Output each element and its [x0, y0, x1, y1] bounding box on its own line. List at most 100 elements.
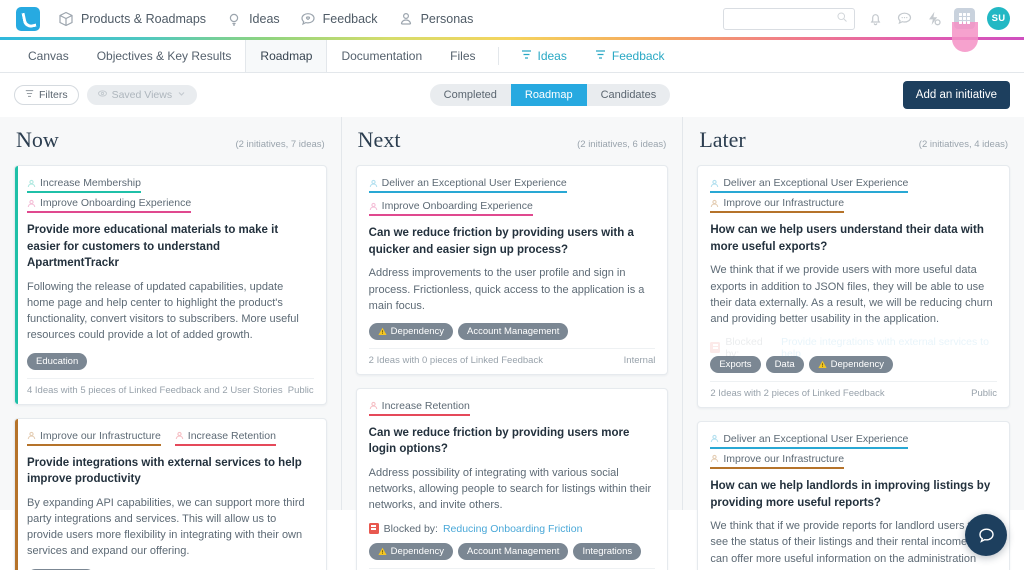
tab-objectives-key-results[interactable]: Objectives & Key Results	[83, 40, 246, 72]
segment-roadmap[interactable]: Roadmap	[510, 84, 587, 106]
objective-list: Increase Membership Improve Onboarding Ex…	[27, 177, 314, 213]
objective-label: Deliver an Exceptional User Experience	[723, 177, 909, 189]
objective-label: Deliver an Exceptional User Experience	[381, 177, 567, 189]
tab-files[interactable]: Files	[436, 40, 489, 72]
card-title: How can we help users understand their d…	[710, 224, 984, 253]
segment-candidates[interactable]: Candidates	[587, 84, 671, 106]
initiative-card[interactable]: Increase Membership Improve Onboarding Ex…	[14, 165, 327, 405]
chat-icon[interactable]	[896, 10, 913, 27]
objective-list: Deliver an Exceptional User Experience Im…	[710, 433, 997, 469]
box-icon	[58, 11, 74, 27]
segment-completed[interactable]: Completed	[430, 84, 511, 106]
objective-chip[interactable]: Improve our Infrastructure	[710, 197, 845, 213]
tag-chip[interactable]: Dependency	[368, 542, 454, 560]
tag-chip[interactable]: Education	[27, 352, 88, 370]
blocked-prefix: Blocked by:	[383, 522, 438, 535]
objective-label: Improve our Infrastructure	[723, 197, 845, 209]
objective-chip[interactable]: Improve our Infrastructure	[710, 452, 845, 469]
card-footer-stats: 2 Ideas with 2 pieces of Linked Feedback	[710, 387, 885, 399]
add-initiative-button[interactable]: Add an initiative	[902, 81, 1010, 109]
column-header: Later (2 initiatives, 4 ideas)	[697, 127, 1010, 153]
card-title: Can we reduce friction by providing user…	[368, 426, 630, 456]
tab-feedback[interactable]: Feedback	[581, 40, 679, 72]
card-title: Provide integrations with external servi…	[27, 456, 302, 486]
objective-chip[interactable]: Deliver an Exceptional User Experience	[710, 433, 909, 449]
initiative-card[interactable]: Deliver an Exceptional User Experience Im…	[697, 420, 1011, 570]
blocked-prefix: Blocked by:	[725, 335, 763, 360]
objective-icon	[369, 401, 378, 410]
objective-chip[interactable]: Deliver an Exceptional User Experience	[368, 177, 567, 193]
objective-chip[interactable]: Increase Retention	[174, 429, 276, 446]
objective-chip[interactable]: Deliver an Exceptional User Experience	[710, 177, 909, 193]
objective-icon	[369, 202, 378, 211]
objective-chip[interactable]: Increase Membership	[27, 177, 141, 193]
warning-icon	[818, 360, 827, 369]
integrations-icon[interactable]	[925, 10, 942, 27]
objective-list: Deliver an Exceptional User Experience Im…	[368, 177, 656, 216]
card-visibility: Public	[971, 387, 998, 399]
primary-nav: Products & Roadmaps Ideas Feedback Perso…	[58, 11, 473, 27]
filters-button[interactable]: Filters	[14, 85, 79, 105]
initiative-card[interactable]: Deliver an Exceptional User Experience Im…	[355, 165, 669, 375]
tab-label: Feedback	[611, 49, 665, 63]
column-title: Next	[357, 127, 401, 152]
tag-label: Dependency	[830, 358, 884, 370]
blocked-link[interactable]: Provide integrations with external servi…	[781, 336, 997, 360]
card-footer: 2 Ideas with 0 pieces of Linked Feedback…	[368, 347, 656, 368]
blocked-link[interactable]: Reducing Onboarding Friction	[443, 523, 583, 535]
initiative-card[interactable]: Improve our Infrastructure Increase Reten…	[14, 417, 327, 570]
objective-icon	[369, 179, 378, 188]
objective-chip[interactable]: Increase Retention	[368, 400, 470, 416]
objective-label: Increase Retention	[187, 429, 276, 442]
search-input[interactable]	[732, 12, 836, 25]
tag-label: Exports	[719, 358, 752, 370]
objective-icon	[710, 454, 719, 463]
tag-chip[interactable]: Account Management	[458, 542, 569, 560]
decorative-highlight	[951, 22, 978, 52]
tag-list: Dependency Account Management	[368, 322, 656, 340]
column-count: (2 initiatives, 6 ideas)	[577, 139, 667, 150]
tag-chip[interactable]: Integrations	[573, 542, 642, 560]
tab-documentation[interactable]: Documentation	[327, 40, 436, 72]
avatar[interactable]: SU	[987, 7, 1010, 30]
objective-icon	[27, 179, 36, 188]
search-box[interactable]	[723, 7, 855, 30]
column-title: Later	[699, 127, 746, 152]
objective-label: Improve Onboarding Experience	[40, 197, 192, 209]
column-count: (2 initiatives, 7 ideas)	[235, 139, 325, 150]
card-footer: 2 Ideas with 2 pieces of Linked Feedback…	[710, 380, 998, 401]
initiative-card[interactable]: Deliver an Exceptional User Experience Im…	[697, 165, 1011, 408]
tag-chip[interactable]: Dependency	[368, 322, 454, 340]
lightbulb-icon	[226, 11, 242, 27]
productboard-logo[interactable]	[16, 6, 40, 31]
objective-label: Improve our Infrastructure	[723, 452, 845, 465]
board-column-now: Now (2 initiatives, 7 ideas) Increase Memb…	[0, 117, 341, 570]
search-icon	[836, 10, 848, 28]
saved-views-button[interactable]: Saved Views	[86, 85, 198, 105]
objective-chip[interactable]: Improve our Infrastructure	[27, 430, 161, 446]
objective-icon	[710, 179, 719, 188]
column-header: Now (2 initiatives, 7 ideas)	[14, 127, 327, 153]
tab-canvas[interactable]: Canvas	[14, 40, 83, 72]
tab-ideas[interactable]: Ideas	[507, 40, 581, 72]
card-title: How can we help landlords in improving l…	[710, 479, 991, 509]
initiative-card[interactable]: Increase Retention Can we reduce friction…	[355, 387, 669, 570]
card-description: Address improvements to the user profile…	[368, 267, 645, 312]
board-column-later: Later (2 initiatives, 4 ideas) Deliver an …	[682, 117, 1024, 570]
nav-item-personas[interactable]: Personas	[398, 11, 473, 27]
objective-label: Increase Membership	[40, 177, 141, 189]
nav-item-products-roadmaps[interactable]: Products & Roadmaps	[58, 11, 206, 27]
product-tab-bar: Canvas Objectives & Key Results Roadmap …	[0, 40, 1024, 73]
roadmap-board: Now (2 initiatives, 7 ideas) Increase Memb…	[0, 117, 1024, 570]
bell-icon[interactable]	[867, 10, 884, 27]
objective-label: Improve our Infrastructure	[40, 429, 161, 442]
nav-item-ideas[interactable]: Ideas	[226, 11, 280, 27]
objective-chip[interactable]: Improve Onboarding Experience	[368, 200, 533, 216]
nav-item-feedback[interactable]: Feedback	[300, 11, 378, 27]
card-description: By expanding API capabilities, we can su…	[27, 496, 305, 558]
objective-chip[interactable]: Improve Onboarding Experience	[27, 197, 192, 213]
tab-roadmap[interactable]: Roadmap	[245, 40, 328, 72]
apps-grid-button[interactable]	[951, 8, 978, 52]
tag-chip[interactable]: Account Management	[458, 322, 569, 340]
help-chat-button[interactable]	[965, 514, 1007, 556]
